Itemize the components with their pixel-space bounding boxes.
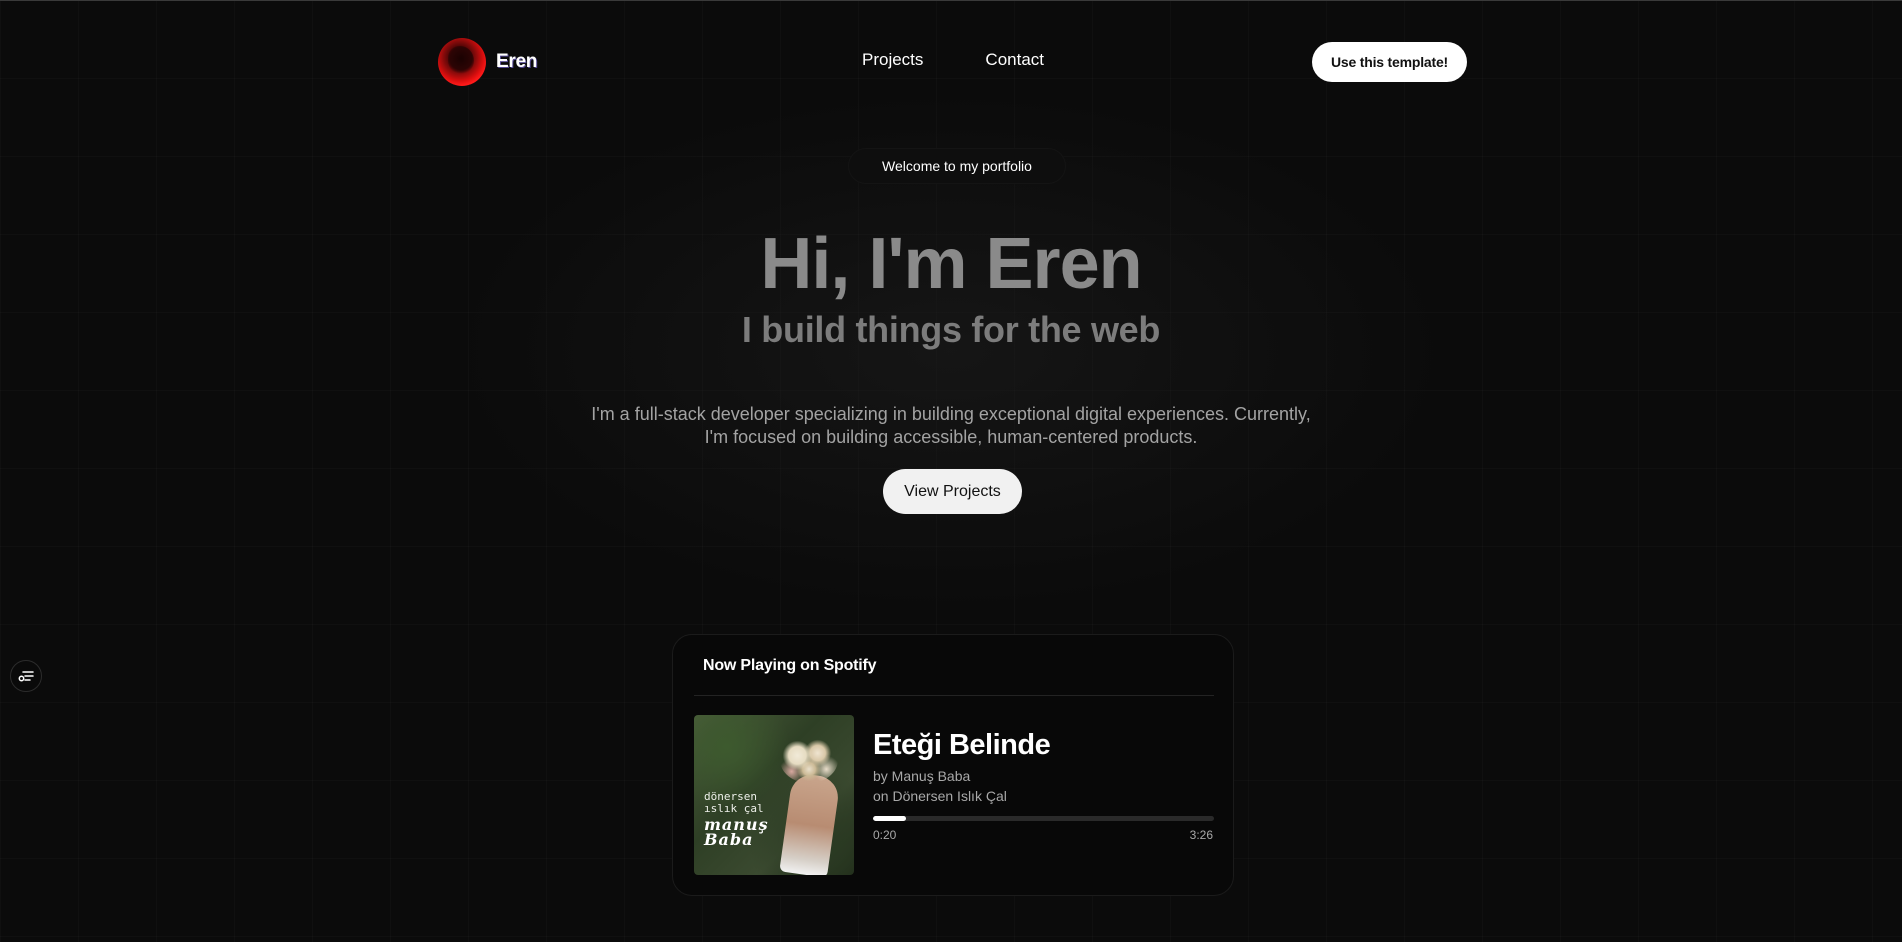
cover-script-line-2: Baba xyxy=(704,830,754,849)
album-cover[interactable]: dönersen ıslık çal manuş Baba xyxy=(694,715,854,875)
view-projects-button[interactable]: View Projects xyxy=(883,469,1022,514)
settings-sliders-icon xyxy=(18,671,34,682)
use-template-button[interactable]: Use this template! xyxy=(1312,42,1467,82)
cover-script: manuş Baba xyxy=(704,817,769,849)
nav-links: Projects Contact xyxy=(862,50,1044,70)
cover-text: dönersen ıslık çal xyxy=(704,791,764,815)
progress-bar xyxy=(873,816,1214,821)
hero-description-line-2: I'm focused on building accessible, huma… xyxy=(704,427,1198,447)
divider xyxy=(694,695,1214,696)
progress-fill xyxy=(873,816,907,821)
track-duration: 3:26 xyxy=(1189,828,1213,842)
settings-toggle-button[interactable] xyxy=(10,660,42,692)
spotify-heading: Now Playing on Spotify xyxy=(703,657,877,674)
welcome-badge: Welcome to my portfolio xyxy=(848,148,1066,184)
hero-title: Hi, I'm Eren xyxy=(760,224,1142,304)
track-artist: by Manuş Baba xyxy=(873,768,971,784)
nav-link-projects[interactable]: Projects xyxy=(862,50,923,70)
nav-link-contact[interactable]: Contact xyxy=(985,50,1044,70)
spotify-card: Now Playing on Spotify dönersen ıslık ça… xyxy=(672,634,1234,896)
track-album: on Dönersen Islık Çal xyxy=(873,788,1007,804)
hero-description: I'm a full-stack developer specializing … xyxy=(570,403,1332,449)
hero-subtitle: I build things for the web xyxy=(741,309,1161,350)
track-title[interactable]: Eteği Belinde xyxy=(873,729,1051,762)
cover-hand xyxy=(779,772,841,875)
brand-link[interactable]: Eren xyxy=(438,38,537,86)
cover-text-line-2: ıslık çal xyxy=(704,802,764,815)
elapsed-time: 0:20 xyxy=(873,828,897,842)
cover-flowers xyxy=(780,737,838,783)
avatar xyxy=(438,38,486,86)
hero-description-line-1: I'm a full-stack developer specializing … xyxy=(591,404,1311,424)
top-nav: Eren Projects Contact Use this template! xyxy=(0,1,1902,123)
brand-name: Eren xyxy=(496,51,538,72)
